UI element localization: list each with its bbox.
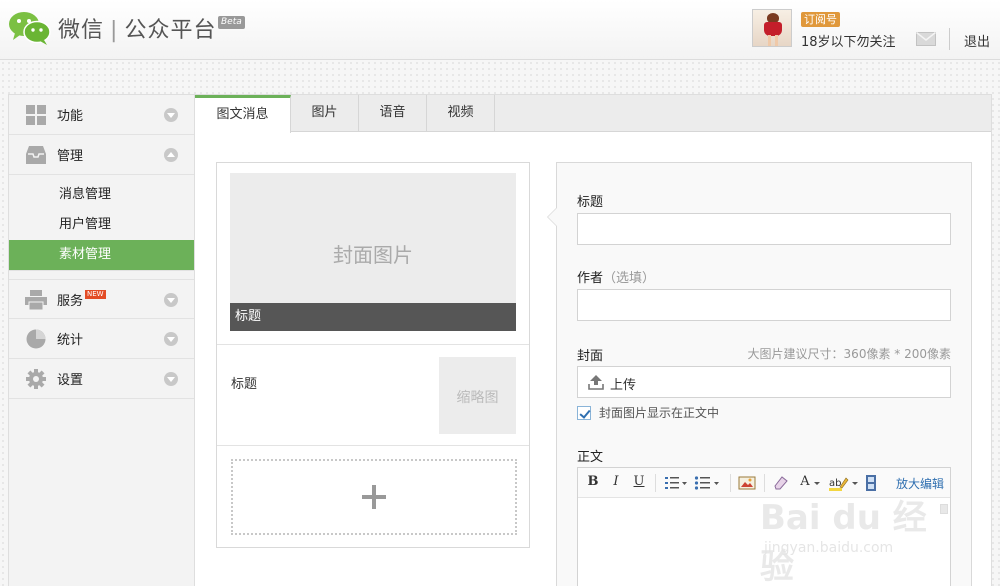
sidebar-item-label: 设置 [57, 373, 84, 388]
watermark-main-text: Bai du 经验 [760, 498, 927, 586]
cover-placeholder-text: 封面图片 [333, 243, 413, 267]
baidu-jingyan-watermark: Bai du 经验 jingyan.baidu.com [760, 490, 960, 586]
author-label: 作者（选填） [577, 267, 655, 286]
plus-icon [362, 485, 386, 509]
top-bar: 微信 | 公众平台 Beta 订阅号 18岁以下勿关注 退出 [0, 0, 1000, 60]
tab-news[interactable]: 图文消息 [195, 95, 291, 133]
image-insert-icon[interactable] [738, 474, 756, 492]
sidebar-item-label: 统计 [57, 333, 84, 348]
chevron-down-icon[interactable] [164, 293, 178, 307]
chevron-down-icon[interactable] [164, 108, 178, 122]
svg-text:ab: ab [829, 478, 841, 489]
wechat-logo-icon[interactable] [8, 10, 52, 46]
article-preview-list: 封面图片 标题 标题 缩略图 [216, 162, 530, 548]
sidebar-item-label: 管理 [57, 149, 84, 164]
account-type-badge: 订阅号 [801, 12, 840, 27]
divider [217, 344, 529, 345]
beta-badge: Beta [218, 16, 245, 29]
ordered-list-icon[interactable] [664, 474, 688, 492]
upload-button[interactable]: 上传 [577, 366, 951, 398]
cover-label: 封面 [577, 349, 604, 364]
title-label: 标题 [577, 195, 604, 210]
article-item-title[interactable]: 标题 [231, 373, 257, 392]
sidebar-item-label: 服务 [57, 293, 84, 309]
new-badge: NEW [85, 289, 106, 299]
sidebar-item-services[interactable]: 服务 NEW [9, 279, 194, 319]
chevron-down-icon[interactable] [164, 332, 178, 346]
toolbar-separator [655, 474, 656, 492]
tab-voice[interactable]: 语音 [359, 95, 427, 132]
show-cover-in-body-option[interactable]: 封面图片显示在正文中 [577, 404, 719, 421]
thumbnail-placeholder[interactable]: 缩略图 [439, 357, 516, 434]
watermark-sub-text: jingyan.baidu.com [764, 540, 894, 556]
upload-label: 上传 [610, 378, 637, 393]
management-submenu: 消息管理 用户管理 素材管理 [9, 175, 194, 271]
title-input[interactable] [577, 213, 951, 245]
chevron-up-icon[interactable] [164, 148, 178, 162]
author-label-text: 作者 [577, 271, 604, 286]
add-article-button[interactable] [231, 459, 517, 535]
tab-bar: 图文消息 图片 语音 视频 [195, 95, 991, 133]
printer-icon [25, 290, 47, 310]
sidebar: 功能 管理 消息管理 用户管理 素材管理 服务 NEW 统计 设置 [8, 94, 195, 586]
upload-icon [588, 375, 604, 390]
brand-separator: | [110, 18, 119, 43]
avatar[interactable] [752, 9, 792, 47]
tab-images[interactable]: 图片 [291, 95, 359, 132]
username[interactable]: 18岁以下勿关注 [801, 31, 896, 50]
show-cover-label: 封面图片显示在正文中 [599, 406, 720, 420]
pie-chart-icon [26, 329, 46, 349]
cover-size-hint: 大图片建议尺寸：360像素 * 200像素 [747, 347, 951, 361]
sidebar-item-management[interactable]: 管理 [9, 135, 194, 175]
underline-button[interactable]: U [632, 474, 646, 492]
divider [217, 445, 529, 446]
mail-icon[interactable] [916, 32, 936, 46]
author-input[interactable] [577, 289, 951, 321]
brand-product: 公众平台 [124, 18, 217, 43]
inbox-icon [26, 146, 46, 164]
cover-image-placeholder[interactable]: 封面图片 标题 [230, 173, 516, 331]
sidebar-item-label: 功能 [57, 109, 84, 124]
brand-title[interactable]: 微信 | 公众平台 [58, 12, 216, 44]
author-optional-text: （选填） [603, 271, 656, 286]
sidebar-item-material-management[interactable]: 素材管理 [9, 240, 194, 270]
pointer-arrow [547, 207, 557, 227]
sidebar-item-user-management[interactable]: 用户管理 [9, 210, 194, 240]
tab-video[interactable]: 视频 [427, 95, 495, 132]
sidebar-item-message-management[interactable]: 消息管理 [9, 180, 194, 210]
sidebar-item-settings[interactable]: 设置 [9, 359, 194, 399]
italic-button[interactable]: I [610, 474, 622, 492]
sidebar-item-features[interactable]: 功能 [9, 95, 194, 135]
cover-title: 标题 [230, 303, 516, 331]
show-cover-checkbox[interactable] [577, 405, 591, 420]
grid-icon [26, 105, 46, 125]
toolbar-separator [730, 474, 731, 492]
chevron-down-icon[interactable] [164, 372, 178, 386]
thumbnail-placeholder-text: 缩略图 [456, 390, 499, 406]
header-divider [949, 28, 950, 50]
body-label: 正文 [577, 450, 604, 465]
brand-name: 微信 [58, 18, 105, 43]
gear-icon [26, 369, 46, 389]
bold-button[interactable]: B [586, 474, 600, 492]
avatar-body [764, 22, 782, 36]
sidebar-item-statistics[interactable]: 统计 [9, 319, 194, 359]
avatar-legs [768, 35, 778, 46]
logout-link[interactable]: 退出 [964, 31, 990, 50]
unordered-list-icon[interactable] [694, 474, 722, 492]
